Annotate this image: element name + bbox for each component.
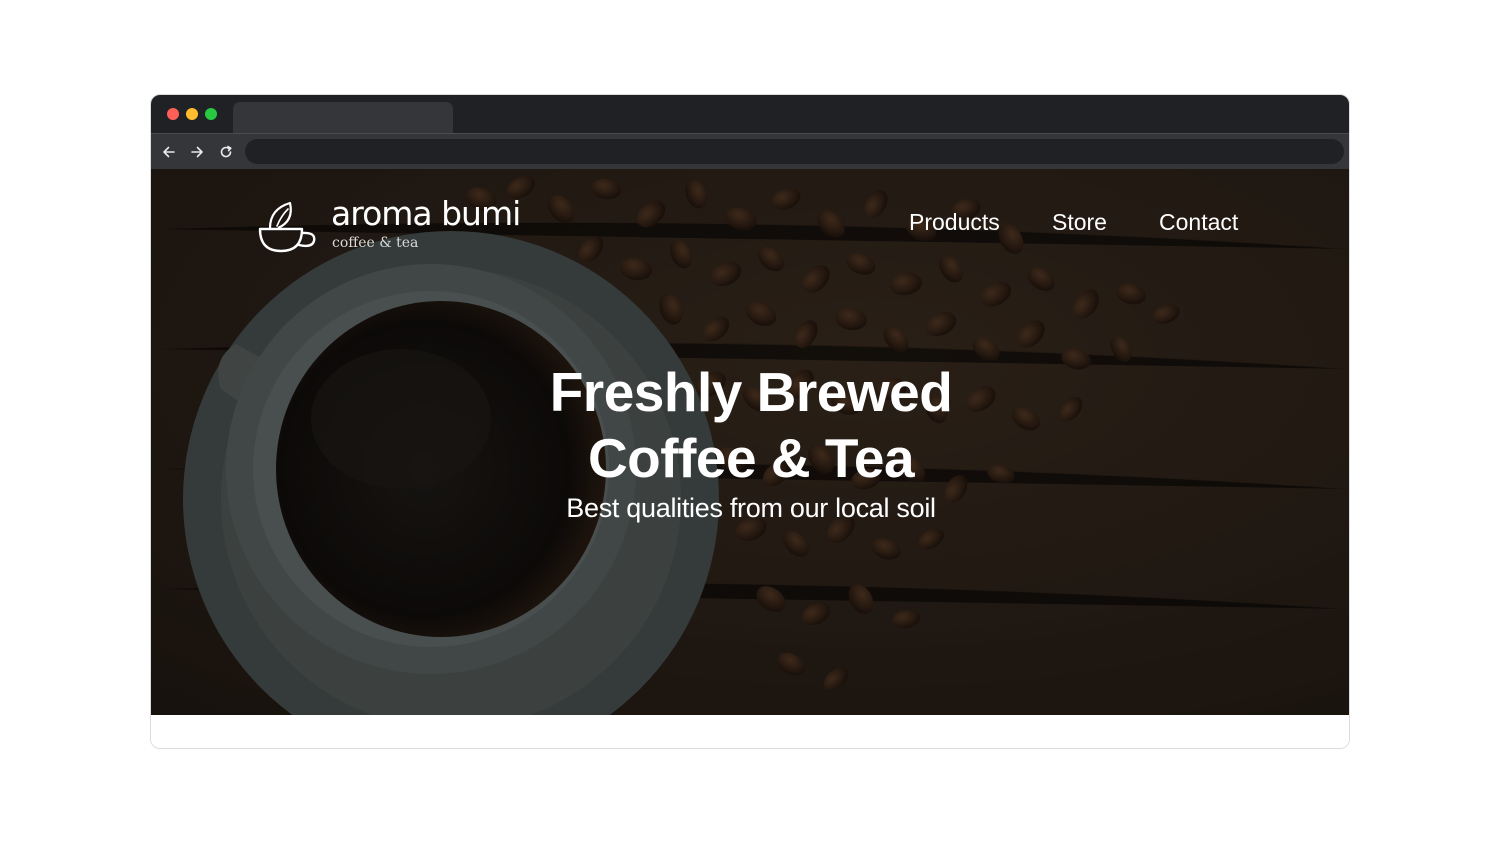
main-nav: Products Store Contact: [849, 209, 1349, 249]
browser-tab[interactable]: [233, 102, 453, 133]
logo-tagline: coffee & tea: [332, 235, 419, 251]
hero-subtitle: Best qualities from our local soil: [566, 493, 936, 523]
browser-titlebar: [151, 95, 1349, 133]
site-header: aroma bumi coffee & tea Products Store C…: [151, 169, 1349, 279]
browser-window: aroma bumi coffee & tea Products Store C…: [150, 94, 1350, 749]
logo-name: aroma bumi: [331, 194, 521, 233]
nav-link-store[interactable]: Store: [1052, 209, 1107, 236]
arrow-right-icon: [191, 146, 203, 158]
address-bar[interactable]: [245, 139, 1344, 164]
forward-button[interactable]: [186, 141, 208, 163]
reload-icon: [220, 145, 232, 158]
nav-link-contact[interactable]: Contact: [1159, 209, 1238, 236]
maximize-window-button[interactable]: [205, 108, 217, 120]
reload-button[interactable]: [215, 141, 237, 163]
back-button[interactable]: [158, 141, 180, 163]
hero-title: Freshly Brewed Coffee & Tea: [451, 359, 1051, 491]
teacup-leaf-icon: [258, 201, 316, 253]
browser-toolbar: [151, 133, 1349, 169]
nav-link-products[interactable]: Products: [909, 209, 1000, 236]
arrow-left-icon: [163, 146, 175, 158]
hero-title-line-1: Freshly Brewed: [549, 361, 953, 423]
hero-text: Freshly Brewed Coffee & Tea Best qualiti…: [451, 359, 1051, 525]
hero-title-line-2: Coffee & Tea: [587, 427, 915, 489]
minimize-window-button[interactable]: [186, 108, 198, 120]
page-content-below-hero: [151, 715, 1349, 748]
site-logo[interactable]: aroma bumi coffee & tea: [256, 194, 536, 257]
page-viewport: aroma bumi coffee & tea Products Store C…: [151, 169, 1349, 715]
close-window-button[interactable]: [167, 108, 179, 120]
